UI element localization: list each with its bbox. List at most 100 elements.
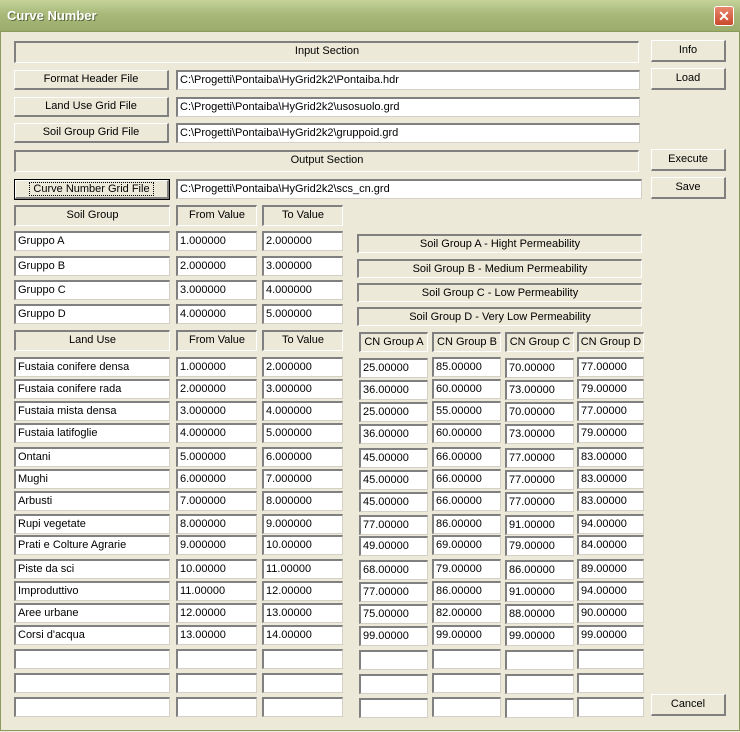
- land-cell-cn-group-d[interactable]: 79.00000: [577, 379, 644, 399]
- land-cell-cn-group-b[interactable]: 69.00000: [432, 535, 501, 555]
- format-header-file-button[interactable]: Format Header File: [14, 70, 169, 90]
- land-cell-to-value[interactable]: 11.00000: [262, 559, 343, 579]
- land-cell-to-value[interactable]: 6.000000: [262, 447, 343, 467]
- land-cell-cn-group-a[interactable]: 36.00000: [359, 380, 428, 400]
- land-cell-land-use[interactable]: Prati e Colture Agrarie: [14, 535, 170, 555]
- land-cell-from-value[interactable]: 10.00000: [176, 559, 257, 579]
- land-cell-cn-group-d[interactable]: [577, 673, 644, 693]
- land-cell-cn-group-b[interactable]: 99.00000: [432, 625, 501, 645]
- land-cell-cn-group-b[interactable]: 82.00000: [432, 603, 501, 623]
- soil-cell-soil-group[interactable]: Gruppo C: [14, 280, 170, 300]
- land-cell-cn-group-d[interactable]: 94.00000: [577, 581, 644, 601]
- land-cell-from-value[interactable]: 3.000000: [176, 401, 257, 421]
- land-cell-cn-group-a[interactable]: 45.00000: [359, 492, 428, 512]
- land-cell-cn-group-a[interactable]: [359, 698, 428, 718]
- land-cell-from-value[interactable]: 11.00000: [176, 581, 257, 601]
- land-cell-cn-group-b[interactable]: 66.00000: [432, 491, 501, 511]
- land-cell-cn-group-c[interactable]: [505, 698, 574, 718]
- land-cell-cn-group-a[interactable]: [359, 674, 428, 694]
- land-cell-to-value[interactable]: 13.00000: [262, 603, 343, 623]
- land-cell-cn-group-a[interactable]: 45.00000: [359, 470, 428, 490]
- land-cell-cn-group-d[interactable]: 90.00000: [577, 603, 644, 623]
- land-cell-cn-group-a[interactable]: 77.00000: [359, 515, 428, 535]
- land-cell-cn-group-d[interactable]: 77.00000: [577, 357, 644, 377]
- soil-cell-soil-group[interactable]: Gruppo D: [14, 304, 170, 324]
- land-cell-cn-group-d[interactable]: [577, 649, 644, 669]
- land-cell-to-value[interactable]: 14.00000: [262, 625, 343, 645]
- land-cell-land-use[interactable]: Fustaia conifere rada: [14, 379, 170, 399]
- soil-cell-from-value[interactable]: 3.000000: [176, 280, 257, 300]
- land-cell-cn-group-b[interactable]: 66.00000: [432, 447, 501, 467]
- land-cell-land-use[interactable]: [14, 649, 170, 669]
- land-cell-from-value[interactable]: 9.000000: [176, 535, 257, 555]
- land-cell-cn-group-d[interactable]: 83.00000: [577, 447, 644, 467]
- land-cell-land-use[interactable]: Mughi: [14, 469, 170, 489]
- land-cell-from-value[interactable]: 8.000000: [176, 514, 257, 534]
- land-cell-cn-group-d[interactable]: 77.00000: [577, 401, 644, 421]
- land-cell-cn-group-b[interactable]: 60.00000: [432, 379, 501, 399]
- soil-group-grid-file-button[interactable]: Soil Group Grid File: [14, 123, 169, 143]
- soil-cell-to-value[interactable]: 4.000000: [262, 280, 343, 300]
- soil-group-grid-file-input[interactable]: C:\Progetti\Pontaiba\HyGrid2k2\gruppoid.…: [176, 123, 640, 143]
- soil-cell-to-value[interactable]: 3.000000: [262, 256, 343, 276]
- land-cell-cn-group-b[interactable]: 86.00000: [432, 581, 501, 601]
- soil-cell-soil-group[interactable]: Gruppo A: [14, 231, 170, 251]
- info-button[interactable]: Info: [651, 40, 726, 62]
- land-cell-cn-group-c[interactable]: 70.00000: [505, 402, 574, 422]
- land-cell-cn-group-c[interactable]: 73.00000: [505, 380, 574, 400]
- land-cell-cn-group-d[interactable]: 83.00000: [577, 469, 644, 489]
- land-cell-cn-group-b[interactable]: 79.00000: [432, 559, 501, 579]
- execute-button[interactable]: Execute: [651, 149, 726, 171]
- curve-number-grid-file-input[interactable]: C:\Progetti\Pontaiba\HyGrid2k2\scs_cn.gr…: [176, 179, 642, 199]
- land-cell-land-use[interactable]: Ontani: [14, 447, 170, 467]
- cancel-button[interactable]: Cancel: [651, 694, 726, 716]
- land-cell-cn-group-b[interactable]: [432, 649, 501, 669]
- land-cell-cn-group-b[interactable]: [432, 697, 501, 717]
- land-cell-cn-group-b[interactable]: 66.00000: [432, 469, 501, 489]
- soil-cell-from-value[interactable]: 2.000000: [176, 256, 257, 276]
- land-cell-cn-group-a[interactable]: 99.00000: [359, 626, 428, 646]
- land-cell-cn-group-d[interactable]: 99.00000: [577, 625, 644, 645]
- land-cell-land-use[interactable]: Improduttivo: [14, 581, 170, 601]
- land-cell-cn-group-d[interactable]: [577, 697, 644, 717]
- land-cell-from-value[interactable]: [176, 649, 257, 669]
- land-cell-cn-group-a[interactable]: 45.00000: [359, 448, 428, 468]
- land-cell-cn-group-b[interactable]: 85.00000: [432, 357, 501, 377]
- land-cell-cn-group-b[interactable]: 55.00000: [432, 401, 501, 421]
- land-cell-cn-group-d[interactable]: 79.00000: [577, 423, 644, 443]
- land-cell-cn-group-c[interactable]: 77.00000: [505, 448, 574, 468]
- land-cell-from-value[interactable]: 13.00000: [176, 625, 257, 645]
- land-cell-cn-group-c[interactable]: 77.00000: [505, 492, 574, 512]
- land-cell-cn-group-c[interactable]: 86.00000: [505, 560, 574, 580]
- land-cell-cn-group-c[interactable]: 70.00000: [505, 358, 574, 378]
- land-cell-cn-group-c[interactable]: 91.00000: [505, 582, 574, 602]
- land-cell-cn-group-d[interactable]: 84.00000: [577, 535, 644, 555]
- land-cell-cn-group-a[interactable]: [359, 650, 428, 670]
- land-cell-to-value[interactable]: 8.000000: [262, 491, 343, 511]
- land-cell-from-value[interactable]: [176, 697, 257, 717]
- land-cell-to-value[interactable]: 7.000000: [262, 469, 343, 489]
- land-cell-land-use[interactable]: Fustaia conifere densa: [14, 357, 170, 377]
- soil-cell-to-value[interactable]: 5.000000: [262, 304, 343, 324]
- soil-cell-to-value[interactable]: 2.000000: [262, 231, 343, 251]
- land-cell-cn-group-a[interactable]: 36.00000: [359, 424, 428, 444]
- land-cell-to-value[interactable]: 9.000000: [262, 514, 343, 534]
- land-cell-land-use[interactable]: Fustaia mista densa: [14, 401, 170, 421]
- land-cell-to-value[interactable]: [262, 673, 343, 693]
- land-use-grid-file-input[interactable]: C:\Progetti\Pontaiba\HyGrid2k2\usosuolo.…: [176, 97, 640, 117]
- land-cell-cn-group-c[interactable]: 99.00000: [505, 626, 574, 646]
- land-cell-from-value[interactable]: 12.00000: [176, 603, 257, 623]
- land-cell-cn-group-c[interactable]: 91.00000: [505, 515, 574, 535]
- land-cell-to-value[interactable]: 10.00000: [262, 535, 343, 555]
- land-cell-cn-group-a[interactable]: 25.00000: [359, 402, 428, 422]
- land-cell-land-use[interactable]: Piste da sci: [14, 559, 170, 579]
- land-cell-from-value[interactable]: [176, 673, 257, 693]
- land-cell-cn-group-b[interactable]: 60.00000: [432, 423, 501, 443]
- land-cell-land-use[interactable]: Fustaia latifoglie: [14, 423, 170, 443]
- land-cell-to-value[interactable]: 4.000000: [262, 401, 343, 421]
- land-cell-cn-group-c[interactable]: 73.00000: [505, 424, 574, 444]
- land-cell-to-value[interactable]: 5.000000: [262, 423, 343, 443]
- land-cell-to-value[interactable]: [262, 697, 343, 717]
- curve-number-grid-file-button[interactable]: Curve Number Grid File: [14, 179, 170, 200]
- land-cell-from-value[interactable]: 5.000000: [176, 447, 257, 467]
